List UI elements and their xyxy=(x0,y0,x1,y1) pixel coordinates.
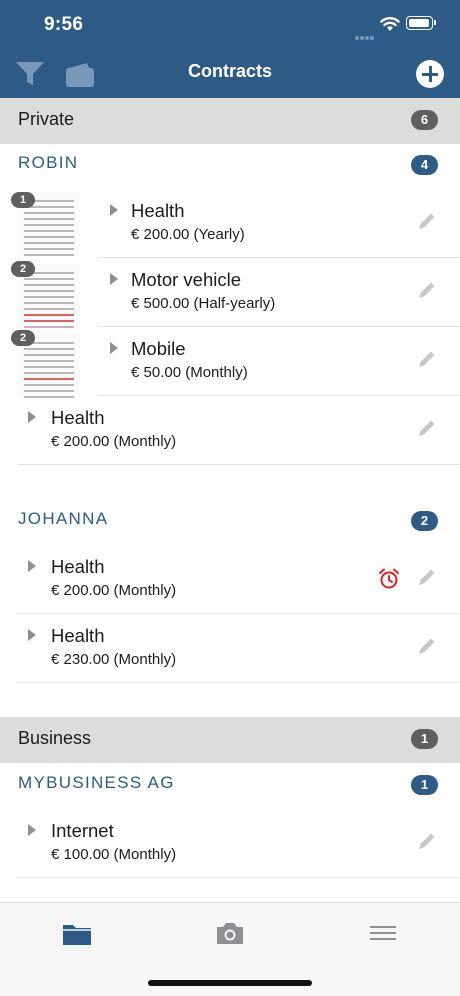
expand-chevron-icon[interactable] xyxy=(110,273,118,285)
cellular-signal-icon xyxy=(355,27,377,40)
navigation-bar: Contracts xyxy=(0,50,460,98)
section-label: Private xyxy=(18,109,75,129)
contract-title: Health xyxy=(131,200,185,221)
contract-title: Mobile xyxy=(131,338,186,359)
app-header: 9:56 Contracts xyxy=(0,0,460,98)
person-header-robin: ROBIN 4 xyxy=(0,144,460,184)
camera-icon[interactable] xyxy=(214,919,246,947)
contract-row[interactable]: Internet € 100.00 (Monthly) xyxy=(18,808,460,878)
edit-pencil-icon[interactable] xyxy=(416,830,438,852)
status-bar: 9:56 xyxy=(0,0,460,50)
battery-icon xyxy=(406,16,436,30)
section-header-business: Business 1 xyxy=(0,717,460,763)
person-count-badge: 2 xyxy=(411,511,438,531)
person-count-badge: 4 xyxy=(411,155,438,175)
contract-amount: € 100.00 (Monthly) xyxy=(51,846,177,863)
contract-row[interactable]: Health € 230.00 (Monthly) xyxy=(18,613,460,683)
contract-row[interactable]: Mobile € 50.00 (Monthly) xyxy=(98,326,460,396)
section-label: Business xyxy=(18,728,92,748)
contract-row[interactable]: Health € 200.00 (Monthly) xyxy=(18,395,460,465)
page-title: Contracts xyxy=(187,61,272,81)
person-name: ROBIN xyxy=(18,153,79,172)
contract-amount: € 200.00 (Monthly) xyxy=(51,582,177,599)
edit-pencil-icon[interactable] xyxy=(416,348,438,370)
section-count-badge: 1 xyxy=(411,729,438,749)
document-count-badge: 2 xyxy=(11,261,35,277)
person-header-johanna: JOHANNA 2 xyxy=(0,500,460,540)
contract-title: Health xyxy=(51,625,105,646)
contract-row[interactable]: Motor vehicle € 500.00 (Half-yearly) xyxy=(98,257,460,327)
contract-row[interactable]: Health € 200.00 (Yearly) xyxy=(98,188,460,258)
contract-title: Health xyxy=(51,407,105,428)
expand-chevron-icon[interactable] xyxy=(28,560,36,572)
edit-pencil-icon[interactable] xyxy=(416,417,438,439)
contract-title: Health xyxy=(51,556,105,577)
document-count-badge: 2 xyxy=(11,330,35,346)
edit-pencil-icon[interactable] xyxy=(416,635,438,657)
edit-pencil-icon[interactable] xyxy=(416,566,438,588)
expand-chevron-icon[interactable] xyxy=(28,411,36,423)
expand-chevron-icon[interactable] xyxy=(28,629,36,641)
alarm-clock-icon[interactable] xyxy=(378,568,400,590)
expand-chevron-icon[interactable] xyxy=(110,204,118,216)
contract-amount: € 50.00 (Monthly) xyxy=(131,364,248,381)
contract-amount: € 200.00 (Monthly) xyxy=(51,433,177,450)
add-contract-button[interactable] xyxy=(416,60,444,88)
person-header-mybusiness: MYBUSINESS AG 1 xyxy=(0,764,460,804)
contract-amount: € 500.00 (Half-yearly) xyxy=(131,295,276,312)
person-name: JOHANNA xyxy=(18,509,109,528)
contract-amount: € 200.00 (Yearly) xyxy=(131,226,245,243)
person-name: MYBUSINESS AG xyxy=(18,773,175,792)
contract-row[interactable]: Health € 200.00 (Monthly) xyxy=(18,544,460,614)
document-count-badge: 1 xyxy=(11,192,35,208)
expand-chevron-icon[interactable] xyxy=(28,824,36,836)
edit-pencil-icon[interactable] xyxy=(416,210,438,232)
status-time: 9:56 xyxy=(44,14,84,35)
contract-title: Motor vehicle xyxy=(131,269,242,290)
contract-amount: € 230.00 (Monthly) xyxy=(51,651,177,668)
wifi-icon xyxy=(380,17,400,31)
menu-icon[interactable] xyxy=(367,919,399,947)
expand-chevron-icon[interactable] xyxy=(110,342,118,354)
home-indicator[interactable] xyxy=(148,980,312,986)
folder-icon[interactable] xyxy=(61,919,93,947)
section-count-badge: 6 xyxy=(411,110,438,130)
person-count-badge: 1 xyxy=(411,775,438,795)
contract-title: Internet xyxy=(51,820,114,841)
edit-pencil-icon[interactable] xyxy=(416,279,438,301)
section-header-private: Private 6 xyxy=(0,98,460,144)
